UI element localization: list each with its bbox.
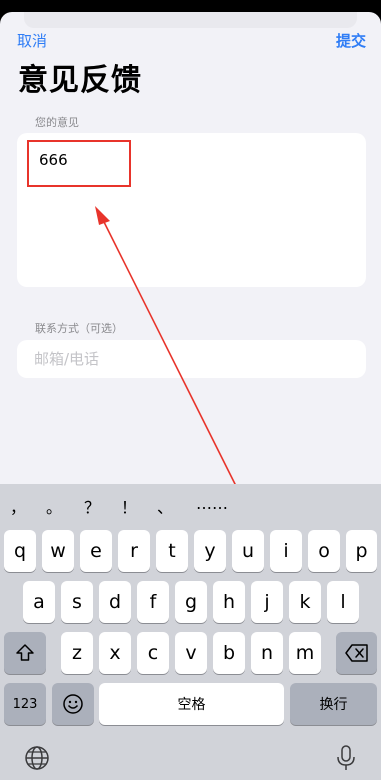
key[interactable]: z [61, 632, 93, 674]
key[interactable]: d [99, 581, 131, 623]
key[interactable]: p [346, 530, 377, 572]
contact-input[interactable] [17, 340, 366, 378]
punct-key[interactable]: 。 [40, 494, 68, 518]
backspace-key[interactable] [336, 632, 377, 674]
key[interactable]: k [289, 581, 321, 623]
key[interactable]: c [137, 632, 169, 674]
key[interactable]: b [213, 632, 245, 674]
punct-key[interactable]: ， [4, 494, 32, 518]
opinion-text-value: 666 [39, 151, 68, 169]
key[interactable]: j [251, 581, 283, 623]
key[interactable]: f [137, 581, 169, 623]
microphone-icon[interactable] [336, 744, 356, 772]
key[interactable]: s [61, 581, 93, 623]
key[interactable]: u [232, 530, 264, 572]
key[interactable]: m [289, 632, 321, 674]
backspace-icon [344, 644, 368, 662]
opinion-label: 您的意见 [35, 116, 79, 129]
key[interactable]: a [23, 581, 55, 623]
key[interactable]: x [99, 632, 131, 674]
opinion-textarea[interactable]: 666 [17, 133, 366, 287]
keyboard: ， 。 ？ ！ 、 …… q w e r t y u i o p a s d f… [0, 484, 381, 780]
punct-key[interactable]: ！ [115, 494, 143, 518]
key[interactable]: o [308, 530, 340, 572]
shift-key[interactable] [4, 632, 46, 674]
emoji-key[interactable] [52, 683, 94, 725]
key[interactable]: g [175, 581, 207, 623]
numbers-key[interactable]: 123 [4, 683, 46, 725]
key[interactable]: q [4, 530, 36, 572]
space-key[interactable]: 空格 [99, 683, 284, 725]
page-title: 意见反馈 [18, 63, 142, 98]
cancel-button[interactable]: 取消 [17, 30, 47, 51]
submit-button[interactable]: 提交 [336, 30, 366, 51]
key[interactable]: n [251, 632, 283, 674]
punct-key[interactable]: 、 [151, 494, 179, 518]
nav-bar: 取消 提交 [0, 30, 381, 54]
globe-icon[interactable] [24, 745, 50, 771]
background-sheet-peek [24, 12, 357, 28]
key[interactable]: t [156, 530, 188, 572]
punct-key[interactable]: ？ [78, 494, 106, 518]
key[interactable]: y [194, 530, 226, 572]
punct-key[interactable]: …… [190, 494, 234, 513]
key[interactable]: v [175, 632, 207, 674]
punctuation-bar: ， 。 ？ ！ 、 …… [0, 494, 381, 520]
shift-icon [16, 644, 34, 661]
key[interactable]: l [327, 581, 359, 623]
key[interactable]: e [80, 530, 112, 572]
key[interactable]: w [42, 530, 74, 572]
return-key[interactable]: 换行 [290, 683, 377, 725]
key[interactable]: h [213, 581, 245, 623]
key[interactable]: r [118, 530, 150, 572]
contact-label: 联系方式（可选） [35, 322, 123, 335]
emoji-icon [63, 694, 83, 714]
key[interactable]: i [270, 530, 302, 572]
